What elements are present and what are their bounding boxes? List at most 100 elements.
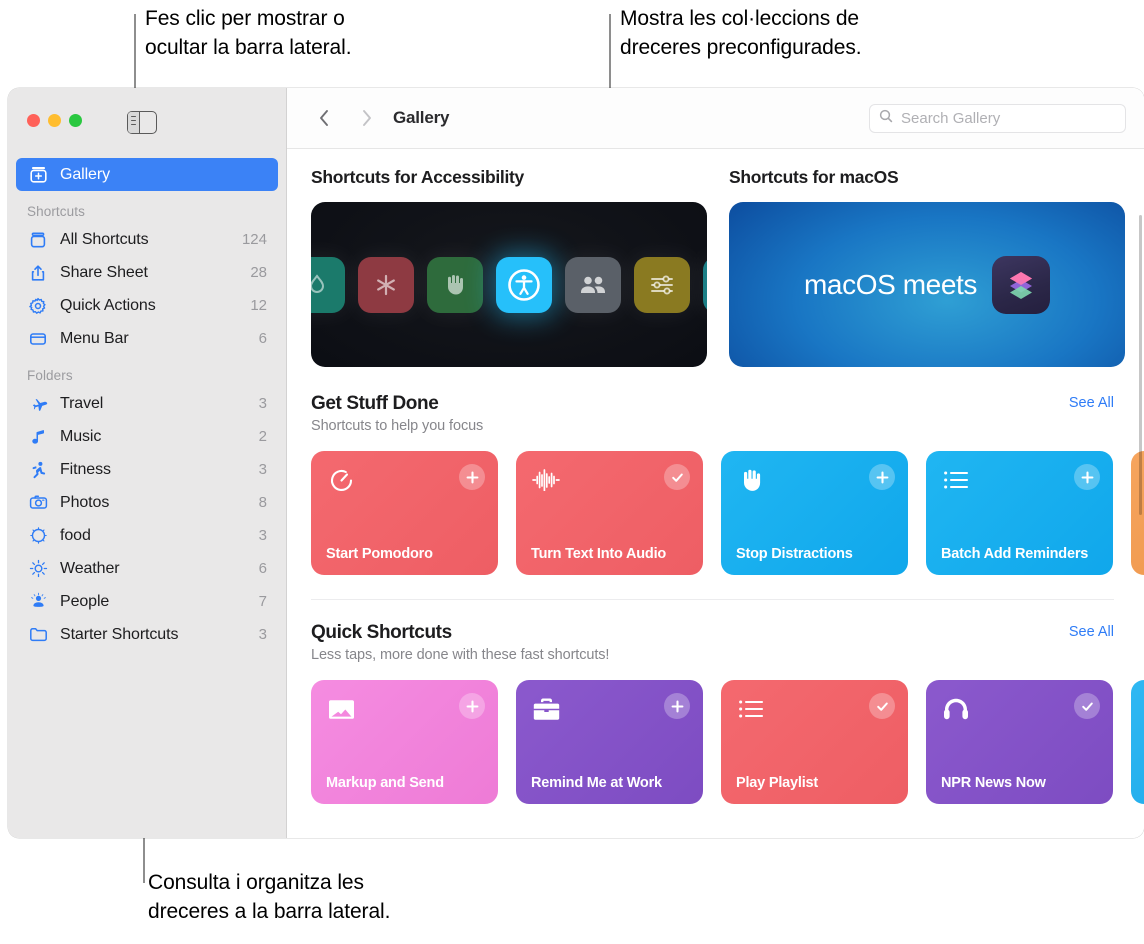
- close-button[interactable]: [27, 114, 40, 127]
- sidebar-item-share-sheet[interactable]: Share Sheet 28: [16, 256, 278, 289]
- shortcuts-window: Gallery Shortcuts All Shortcuts 124 Shar…: [8, 88, 1144, 838]
- shortcut-card-play-playlist[interactable]: Play Playlist: [721, 680, 908, 804]
- sidebar-item-label: All Shortcuts: [60, 230, 149, 248]
- sidebar-item-count: 3: [258, 461, 267, 478]
- add-button[interactable]: [869, 464, 895, 490]
- add-button[interactable]: [1074, 464, 1100, 490]
- waveform-icon: [531, 465, 561, 495]
- sidebar-item-travel[interactable]: Travel 3: [16, 387, 278, 420]
- card-title: Stop Distractions: [736, 546, 853, 562]
- banner-macos: Shortcuts for macOS macOS meets: [729, 167, 1125, 367]
- vertical-scrollbar[interactable]: [1139, 215, 1142, 515]
- sidebar-item-label: Fitness: [60, 460, 111, 478]
- add-button[interactable]: [459, 693, 485, 719]
- shortcut-card-npr-news-now[interactable]: NPR News Now: [926, 680, 1113, 804]
- banner-card-accessibility[interactable]: [311, 202, 707, 367]
- shortcut-card-turn-text-into-audio[interactable]: Turn Text Into Audio: [516, 451, 703, 575]
- banner-card-macos[interactable]: macOS meets: [729, 202, 1125, 367]
- music-note-icon: [27, 427, 49, 447]
- sidebar-item-count: 3: [258, 626, 267, 643]
- forward-button[interactable]: [353, 105, 379, 131]
- shortcut-card-stop-distractions[interactable]: Stop Distractions: [721, 451, 908, 575]
- accessibility-icon-strip: [311, 256, 707, 313]
- headphones-icon: [941, 694, 971, 724]
- accessibility-icon: [496, 256, 552, 313]
- added-check-badge[interactable]: [664, 464, 690, 490]
- section-subtitle: Less taps, more done with these fast sho…: [311, 647, 610, 663]
- sparkle-circle-icon: [27, 526, 49, 546]
- sidebar-item-label: People: [60, 592, 110, 610]
- quick-actions-icon: [27, 296, 49, 316]
- sidebar-item-fitness[interactable]: Fitness 3: [16, 453, 278, 486]
- card-title: Remind Me at Work: [531, 775, 662, 791]
- share-sheet-icon: [27, 263, 49, 283]
- see-all-link[interactable]: See All: [1069, 393, 1114, 411]
- back-button[interactable]: [311, 105, 337, 131]
- card-title: Turn Text Into Audio: [531, 546, 667, 562]
- add-button[interactable]: [459, 464, 485, 490]
- sidebar-item-menu-bar[interactable]: Menu Bar 6: [16, 322, 278, 355]
- sidebar-header-shortcuts: Shortcuts: [27, 204, 85, 219]
- section-title: Get Stuff Done: [311, 393, 439, 414]
- sidebar-item-weather[interactable]: Weather 6: [16, 552, 278, 585]
- sidebar-item-gallery[interactable]: Gallery: [16, 158, 278, 191]
- minimize-button[interactable]: [48, 114, 61, 127]
- gallery-scroll-area[interactable]: Shortcuts for Accessibility Shortcuts fo…: [287, 149, 1144, 838]
- search-field[interactable]: [869, 103, 1126, 133]
- card-title: NPR News Now: [941, 775, 1046, 791]
- sidebar-item-label: Music: [60, 427, 102, 445]
- section-header: Get Stuff Done Shortcuts to help you foc…: [311, 393, 1144, 434]
- section-title: Quick Shortcuts: [311, 622, 452, 643]
- added-check-badge[interactable]: [1074, 693, 1100, 719]
- sidebar-item-quick-actions[interactable]: Quick Actions 12: [16, 289, 278, 322]
- shortcut-card-start-pomodoro[interactable]: Start Pomodoro: [311, 451, 498, 575]
- airplane-icon: [27, 394, 49, 414]
- gallery-icon: [27, 165, 49, 185]
- sidebar-item-count: 3: [258, 395, 267, 412]
- shortcut-card-markup-and-send[interactable]: Markup and Send: [311, 680, 498, 804]
- banner-title: Shortcuts for macOS: [729, 167, 899, 187]
- two-people-icon: [565, 256, 621, 313]
- add-button[interactable]: [664, 693, 690, 719]
- card-title: Markup and Send: [326, 775, 444, 791]
- person-icon: [27, 592, 49, 612]
- banner-title: Shortcuts for Accessibility: [311, 167, 524, 187]
- shortcut-card-batch-add-reminders[interactable]: Batch Add Reminders: [926, 451, 1113, 575]
- callout-sidebar-organize: Consulta i organitza les dreceres a la b…: [148, 871, 391, 923]
- sliders-icon: [634, 256, 690, 313]
- sidebar-item-count: 8: [258, 494, 267, 511]
- list-bullet-icon: [736, 694, 766, 724]
- sidebar-item-starter-shortcuts[interactable]: Starter Shortcuts 3: [16, 618, 278, 651]
- see-all-link[interactable]: See All: [1069, 622, 1114, 640]
- zoom-button[interactable]: [69, 114, 82, 127]
- sidebar-item-count: 6: [258, 330, 267, 347]
- window-traffic-lights: [27, 114, 82, 127]
- sidebar-item-count: 2: [258, 428, 267, 445]
- card-title: Play Playlist: [736, 775, 819, 791]
- sun-icon: [27, 559, 49, 579]
- shortcut-card-peek[interactable]: [1131, 680, 1144, 804]
- runner-icon: [27, 460, 49, 480]
- shortcut-card-remind-me-at-work[interactable]: Remind Me at Work: [516, 680, 703, 804]
- sidebar-item-label: Photos: [60, 493, 110, 511]
- sidebar-item-count: 12: [250, 297, 267, 314]
- sidebar-item-all-shortcuts[interactable]: All Shortcuts 124: [16, 223, 278, 256]
- callout-leader-organize: [143, 838, 145, 883]
- added-check-badge[interactable]: [869, 693, 895, 719]
- sidebar-item-label: Share Sheet: [60, 263, 148, 281]
- timer-icon: [326, 465, 356, 495]
- sidebar-item-photos[interactable]: Photos 8: [16, 486, 278, 519]
- shortcut-card-peek[interactable]: [1131, 451, 1144, 575]
- sidebar-item-people[interactable]: People 7: [16, 585, 278, 618]
- sidebar-item-count: 3: [258, 527, 267, 544]
- sidebar-item-music[interactable]: Music 2: [16, 420, 278, 453]
- shortcuts-app-icon: [991, 255, 1050, 314]
- page-title: Gallery: [393, 108, 450, 127]
- sidebar: Gallery Shortcuts All Shortcuts 124 Shar…: [8, 88, 287, 838]
- section-header: Quick Shortcuts Less taps, more done wit…: [311, 622, 1144, 663]
- card-row: Start Pomodoro Turn Text Into Audio Stop…: [311, 451, 1144, 575]
- sidebar-toggle-icon[interactable]: [127, 111, 157, 134]
- sidebar-item-label: Quick Actions: [60, 296, 156, 314]
- sidebar-item-food[interactable]: food 3: [16, 519, 278, 552]
- search-input[interactable]: [901, 109, 1116, 127]
